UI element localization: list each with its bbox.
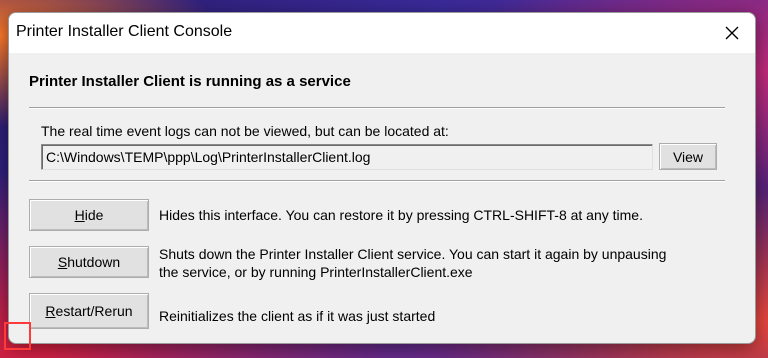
highlight-marker (4, 322, 31, 350)
window-title: Printer Installer Client Console (16, 23, 233, 40)
view-log-button[interactable]: View (659, 143, 717, 170)
hide-description: Hides this interface. You can restore it… (159, 207, 643, 223)
hide-button-label: Hide (74, 207, 104, 223)
title-bar[interactable]: Printer Installer Client Console (9, 13, 755, 53)
hide-button[interactable]: Hide (29, 199, 149, 231)
restart-button-label: Restart/Rerun (45, 303, 133, 319)
restart-rerun-button[interactable]: Restart/Rerun (29, 293, 149, 329)
shutdown-button[interactable]: Shutdown (29, 246, 149, 278)
log-path-field[interactable]: C:\Windows\TEMP\ppp\Log\PrinterInstaller… (41, 144, 653, 170)
divider-middle (29, 180, 725, 182)
log-location-label: The real time event logs can not be view… (41, 123, 449, 139)
restart-description: Reinitializes the client as if it was ju… (159, 308, 436, 324)
view-button-label: View (672, 148, 704, 165)
close-button[interactable] (709, 13, 755, 53)
close-icon (725, 26, 739, 40)
shutdown-description-line2: the service, or by running PrinterInstal… (159, 264, 473, 280)
printer-installer-dialog: Printer Installer Client Console Printer… (8, 12, 756, 344)
divider-top (29, 107, 725, 109)
shutdown-description-line1: Shuts down the Printer Installer Client … (159, 246, 667, 262)
shutdown-button-label: Shutdown (57, 254, 121, 270)
service-status-heading: Printer Installer Client is running as a… (29, 73, 351, 90)
